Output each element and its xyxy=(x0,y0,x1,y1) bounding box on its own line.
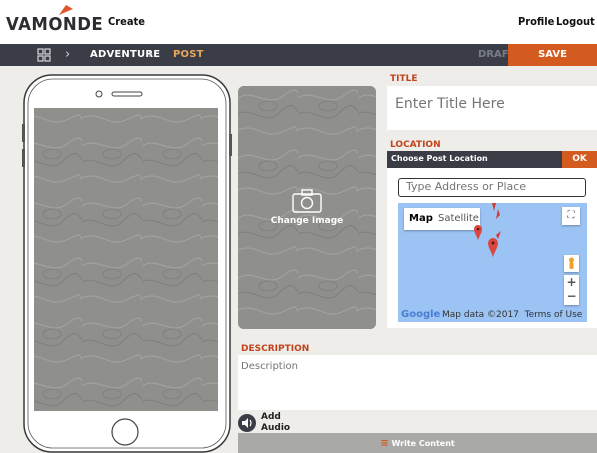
add-audio-icon[interactable] xyxy=(238,414,256,432)
vamonde-logo[interactable]: VAMONDE xyxy=(6,14,103,35)
address-field-box xyxy=(398,178,586,197)
ok-button[interactable]: OK xyxy=(562,151,597,168)
grid-icon[interactable] xyxy=(37,48,51,62)
map-pin-icon xyxy=(488,238,498,258)
zoom-controls: + − xyxy=(564,275,579,305)
add-audio-label[interactable]: Add Audio xyxy=(261,412,290,434)
map-footer: Google Map data ©2017 Terms of Use xyxy=(398,309,587,322)
title-input[interactable] xyxy=(395,96,590,112)
title-label: TITLE xyxy=(390,74,418,84)
change-image-card[interactable]: Change Image xyxy=(238,86,376,329)
camera-icon xyxy=(292,189,322,213)
zoom-in-button[interactable]: + xyxy=(564,275,579,289)
map-pins xyxy=(474,203,501,258)
top-bar: VAMONDE Create Profile Logout xyxy=(0,0,597,44)
fullscreen-icon[interactable]: ⛶ xyxy=(562,207,580,225)
write-content-bar[interactable]: ≡ Write Content xyxy=(238,433,597,453)
map-data-text[interactable]: Map data ©2017 Terms of Use xyxy=(442,310,582,320)
pegman-icon[interactable] xyxy=(564,255,579,272)
map-view[interactable]: Map Satellite ⛶ + − Google Map data ©201… xyxy=(398,203,587,322)
chevron-right-icon: › xyxy=(65,47,71,62)
change-image-label: Change Image xyxy=(270,216,344,226)
description-input[interactable] xyxy=(241,361,581,372)
map-pin-icon xyxy=(474,225,482,241)
chevron-right-icon: › xyxy=(148,47,154,62)
google-logo: Google xyxy=(401,309,441,320)
write-content-label: ≡ Write Content xyxy=(238,438,597,449)
description-label: DESCRIPTION xyxy=(241,344,310,354)
phone-screen xyxy=(34,108,218,411)
breadcrumb-post: POST xyxy=(173,49,204,60)
create-link[interactable]: Create xyxy=(108,15,145,28)
zoom-out-button[interactable]: − xyxy=(564,289,579,303)
menu-icon: ≡ xyxy=(380,438,389,449)
add-audio-line1: Add xyxy=(261,412,281,422)
save-button[interactable]: SAVE xyxy=(508,44,597,66)
location-label: LOCATION xyxy=(390,140,441,150)
write-content-text: Write Content xyxy=(391,439,455,448)
address-input[interactable] xyxy=(406,180,581,193)
map-tab-map[interactable]: Map xyxy=(409,213,433,224)
phone-preview xyxy=(22,74,232,453)
description-field-box xyxy=(238,355,597,410)
profile-link[interactable]: Profile xyxy=(518,15,554,28)
logo-flag-icon xyxy=(59,5,73,15)
choose-location-text: Choose Post Location xyxy=(391,154,488,163)
logout-link[interactable]: Logout xyxy=(556,15,595,28)
title-field-box xyxy=(387,86,597,130)
